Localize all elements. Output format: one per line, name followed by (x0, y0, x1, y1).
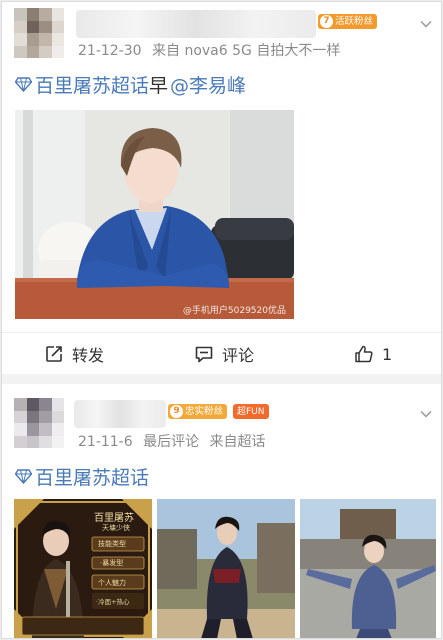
post-meta: 21-12-30 来自 nova6 5G 自拍大不一样 (78, 40, 346, 60)
fan-level-badge[interactable]: 9 忠实粉丝 (168, 404, 228, 419)
post-image-3[interactable] (300, 499, 436, 638)
post-meta: 21-11-6 最后评论 来自超话 (78, 431, 272, 451)
costume-photo-illustration (300, 499, 436, 638)
photo-illustration (15, 110, 294, 319)
card-tag: ·暴发型 (100, 559, 124, 567)
avatar[interactable] (14, 398, 64, 448)
card-tag: 个人魅力 (98, 579, 126, 587)
mention-link[interactable]: @李易峰 (170, 71, 246, 98)
action-bar: 转发 评论 1 (2, 332, 441, 374)
chevron-down-icon[interactable] (419, 406, 433, 420)
chevron-down-icon[interactable] (419, 16, 433, 30)
fan-level-badge[interactable]: 7 活跃粉丝 (318, 14, 378, 29)
supertopic-link[interactable]: 百里屠苏超话 (35, 463, 149, 490)
card-subtitle: 天墉少侠 (102, 524, 130, 532)
like-count: 1 (382, 344, 393, 364)
post-photo[interactable]: @手机用户5029520优品 (15, 110, 294, 319)
repost-icon (46, 346, 62, 362)
post-image-2[interactable] (157, 499, 295, 638)
repost-button[interactable]: 转发 (44, 333, 104, 375)
diamond-icon (15, 77, 32, 92)
comment-button[interactable]: 评论 (194, 333, 254, 375)
supertopic-link[interactable]: 百里屠苏超话 (35, 71, 149, 98)
post-text: 百里屠苏超话 早 @李易峰 (15, 71, 246, 98)
photo-watermark: @手机用户5029520优品 (182, 306, 286, 316)
post-card[interactable]: 7 活跃粉丝 21-12-30 来自 nova6 5G 自拍大不一样 百里屠苏超… (2, 2, 441, 374)
card-title: 百里屠苏 (94, 513, 134, 524)
like-button[interactable]: 1 (354, 333, 392, 375)
last-comment-label: 最后评论 (143, 434, 200, 450)
post-image-1[interactable]: 百里屠苏 天墉少侠 技能类型 ·暴发型 个人魅力 ·冷面+热心 (14, 499, 152, 638)
card-tag: ·冷面+热心 (96, 598, 130, 606)
post-source[interactable]: 来自 nova6 5G 自拍大不一样 (152, 43, 340, 59)
fan-badge-icon: 7 (320, 15, 333, 28)
post-source[interactable]: 来自超话 (210, 434, 266, 450)
diamond-icon (15, 469, 32, 484)
fan-badge-icon: 9 (170, 405, 183, 418)
costume-photo-illustration (157, 499, 295, 638)
username-blurred[interactable] (76, 10, 316, 38)
username-blurred[interactable] (74, 400, 166, 428)
avatar[interactable] (14, 8, 64, 58)
post-body: 早 (149, 75, 169, 97)
post-text: 百里屠苏超话 (15, 463, 149, 490)
like-icon (355, 345, 373, 363)
post-time: 21-12-30 (78, 43, 142, 59)
post-time: 21-11-6 (78, 434, 133, 450)
post-separator (2, 374, 441, 384)
feed: 7 活跃粉丝 21-12-30 来自 nova6 5G 自拍大不一样 百里屠苏超… (1, 1, 442, 639)
fun-badge[interactable]: 超FUN (233, 404, 269, 419)
comment-icon (195, 346, 213, 363)
card-tag: 技能类型 (98, 540, 126, 548)
